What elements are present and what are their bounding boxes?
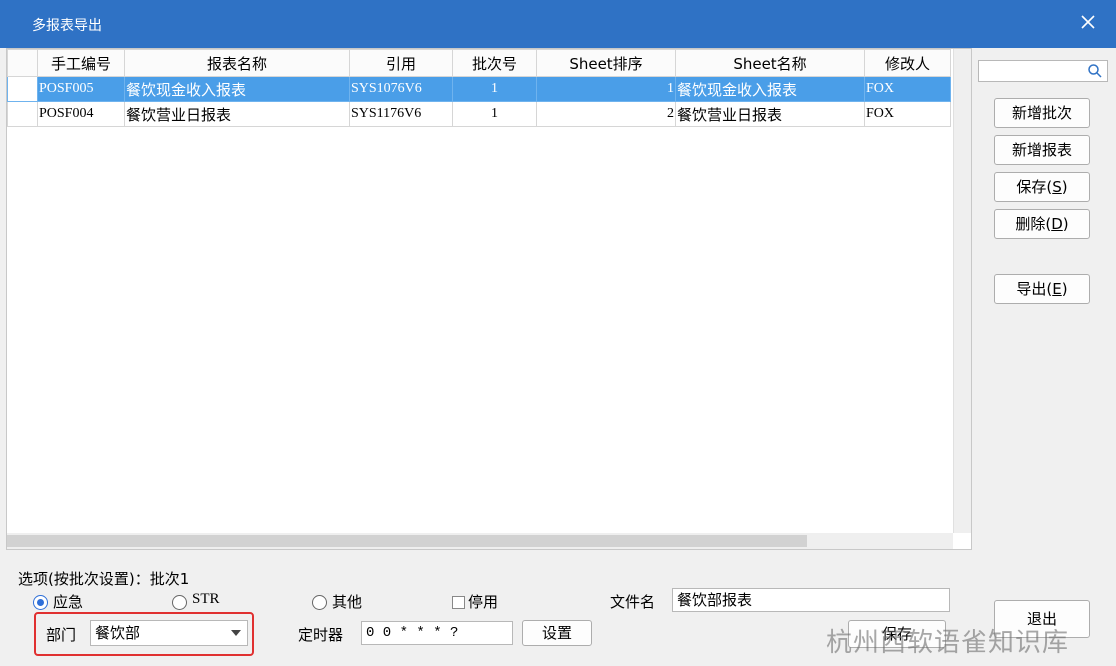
close-icon[interactable] [1078,12,1098,32]
save-button[interactable]: 保存(S) [994,172,1090,202]
cell-report-name[interactable]: 餐饮营业日报表 [124,101,350,127]
vertical-scrollbar[interactable] [953,49,971,533]
export-label: 导出( [1016,280,1053,298]
disabled-checkbox[interactable] [452,596,465,609]
cell-reference[interactable]: SYS1076V6 [349,76,453,102]
column-header[interactable]: 批次号 [452,49,537,77]
cell-batch[interactable]: 1 [452,101,537,127]
set-button[interactable]: 设置 [522,620,592,646]
column-header[interactable]: 手工编号 [37,49,125,77]
options-group-label: 选项(按批次设置)：批次1 [18,570,190,588]
table-header-row: 手工编号 报表名称 引用 批次号 Sheet排序 Sheet名称 修改人 [7,49,951,77]
watermark: 杭州西软语雀知识库 [826,628,1070,658]
title-bar: 多报表导出 [0,0,1116,48]
search-icon[interactable] [1087,63,1103,79]
cell-code[interactable]: POSF004 [37,101,125,127]
save-label: 保存( [1016,178,1053,196]
filename-label: 文件名 [610,593,656,611]
radio-other-label[interactable]: 其他 [332,591,362,612]
cell-modifier[interactable]: FOX [864,101,951,127]
table-row[interactable]: POSF005 餐饮现金收入报表 SYS1076V6 1 1 餐饮现金收入报表 … [7,76,951,102]
radio-str[interactable] [172,595,187,610]
add-batch-button[interactable]: 新增批次 [994,98,1090,128]
column-header[interactable]: Sheet排序 [536,49,676,77]
delete-shortcut-key: D [1051,215,1063,233]
radio-emergency-label[interactable]: 应急 [53,591,83,612]
highlight-box [34,612,254,656]
cell-code[interactable]: POSF005 [37,76,125,102]
row-header[interactable] [7,76,38,102]
delete-button[interactable]: 删除(D) [994,209,1090,239]
save-paren-close: ) [1061,178,1068,196]
cell-reference[interactable]: SYS1176V6 [349,101,453,127]
delete-label: 删除( [1015,215,1052,233]
table-row[interactable]: POSF004 餐饮营业日报表 SYS1176V6 1 2 餐饮营业日报表 FO… [7,101,951,127]
row-header[interactable] [7,101,38,127]
cell-sheet-name[interactable]: 餐饮营业日报表 [675,101,865,127]
column-header[interactable]: 报表名称 [124,49,350,77]
report-table: 手工编号 报表名称 引用 批次号 Sheet排序 Sheet名称 修改人 POS… [7,49,951,127]
column-header[interactable]: 修改人 [864,49,951,77]
delete-paren-close: ) [1062,215,1069,233]
report-grid: 手工编号 报表名称 引用 批次号 Sheet排序 Sheet名称 修改人 POS… [6,48,972,550]
cell-sheet-order[interactable]: 1 [536,76,676,102]
export-shortcut-key: E [1052,280,1062,298]
dialog-body: 手工编号 报表名称 引用 批次号 Sheet排序 Sheet名称 修改人 POS… [0,48,1116,666]
radio-str-label[interactable]: STR [192,591,220,608]
horizontal-scrollbar[interactable] [7,533,953,549]
radio-other[interactable] [312,595,327,610]
cell-batch[interactable]: 1 [452,76,537,102]
cell-modifier[interactable]: FOX [864,76,951,102]
disabled-checkbox-label[interactable]: 停用 [468,591,498,612]
cell-sheet-order[interactable]: 2 [536,101,676,127]
window-title: 多报表导出 [32,18,102,34]
export-paren-close: ) [1061,280,1068,298]
cell-report-name[interactable]: 餐饮现金收入报表 [124,76,350,102]
column-header[interactable]: Sheet名称 [675,49,865,77]
add-report-button[interactable]: 新增报表 [994,135,1090,165]
filename-input[interactable]: 餐饮部报表 [672,588,950,612]
timer-label: 定时器 [298,626,344,644]
horizontal-scroll-thumb[interactable] [7,535,807,547]
search-box[interactable] [978,60,1108,82]
save-shortcut-key: S [1052,178,1062,196]
side-panel: 新增批次 新增报表 保存(S) 删除(D) 导出(E) 退出 [976,48,1116,666]
timer-input[interactable]: 0 0 * * * ? [361,621,513,645]
radio-emergency[interactable] [33,595,48,610]
export-button[interactable]: 导出(E) [994,274,1090,304]
cell-sheet-name[interactable]: 餐饮现金收入报表 [675,76,865,102]
row-header-corner [7,49,38,77]
column-header[interactable]: 引用 [349,49,453,77]
